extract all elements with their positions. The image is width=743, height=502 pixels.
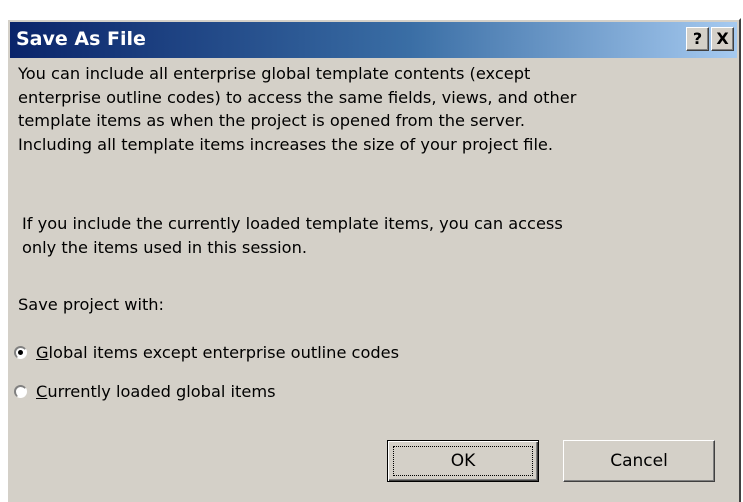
radio-currently-loaded-global-items[interactable]: Currently loaded global items xyxy=(14,379,276,403)
close-button[interactable]: X xyxy=(711,27,734,51)
description-paragraph-1: You can include all enterprise global te… xyxy=(18,62,718,156)
cancel-button-label: Cancel xyxy=(610,451,668,471)
radio-button-unselected[interactable] xyxy=(14,384,27,398)
title-bar[interactable]: Save As File ? X xyxy=(10,22,737,58)
description-line: You can include all enterprise global te… xyxy=(18,64,531,83)
radio-label: Currently loaded global items xyxy=(36,382,276,401)
help-button[interactable]: ? xyxy=(686,27,709,51)
mnemonic-letter: C xyxy=(36,381,48,401)
radio-label-text: lobal items except enterprise outline co… xyxy=(48,342,400,362)
description-line: only the items used in this session. xyxy=(22,237,307,257)
description-line: enterprise outline codes) to access the … xyxy=(18,87,577,107)
focus-rectangle xyxy=(393,446,533,476)
dialog-title: Save As File xyxy=(16,28,146,50)
cancel-button[interactable]: Cancel xyxy=(563,440,715,482)
description-line: template items as when the project is op… xyxy=(18,111,526,130)
radio-label-text: urrently loaded global items xyxy=(47,381,276,401)
ok-button[interactable]: OK xyxy=(387,440,539,482)
radio-global-items-except-outline-codes[interactable]: Global items except enterprise outline c… xyxy=(14,340,399,364)
mnemonic-letter: G xyxy=(36,342,49,362)
radio-button-selected[interactable] xyxy=(14,345,27,359)
description-line: If you include the currently loaded temp… xyxy=(22,214,563,233)
radio-label: Global items except enterprise outline c… xyxy=(36,343,399,362)
description-line: Including all template items increases t… xyxy=(18,134,554,154)
description-paragraph-2: If you include the currently loaded temp… xyxy=(22,212,722,259)
save-project-with-label: Save project with: xyxy=(18,295,165,314)
